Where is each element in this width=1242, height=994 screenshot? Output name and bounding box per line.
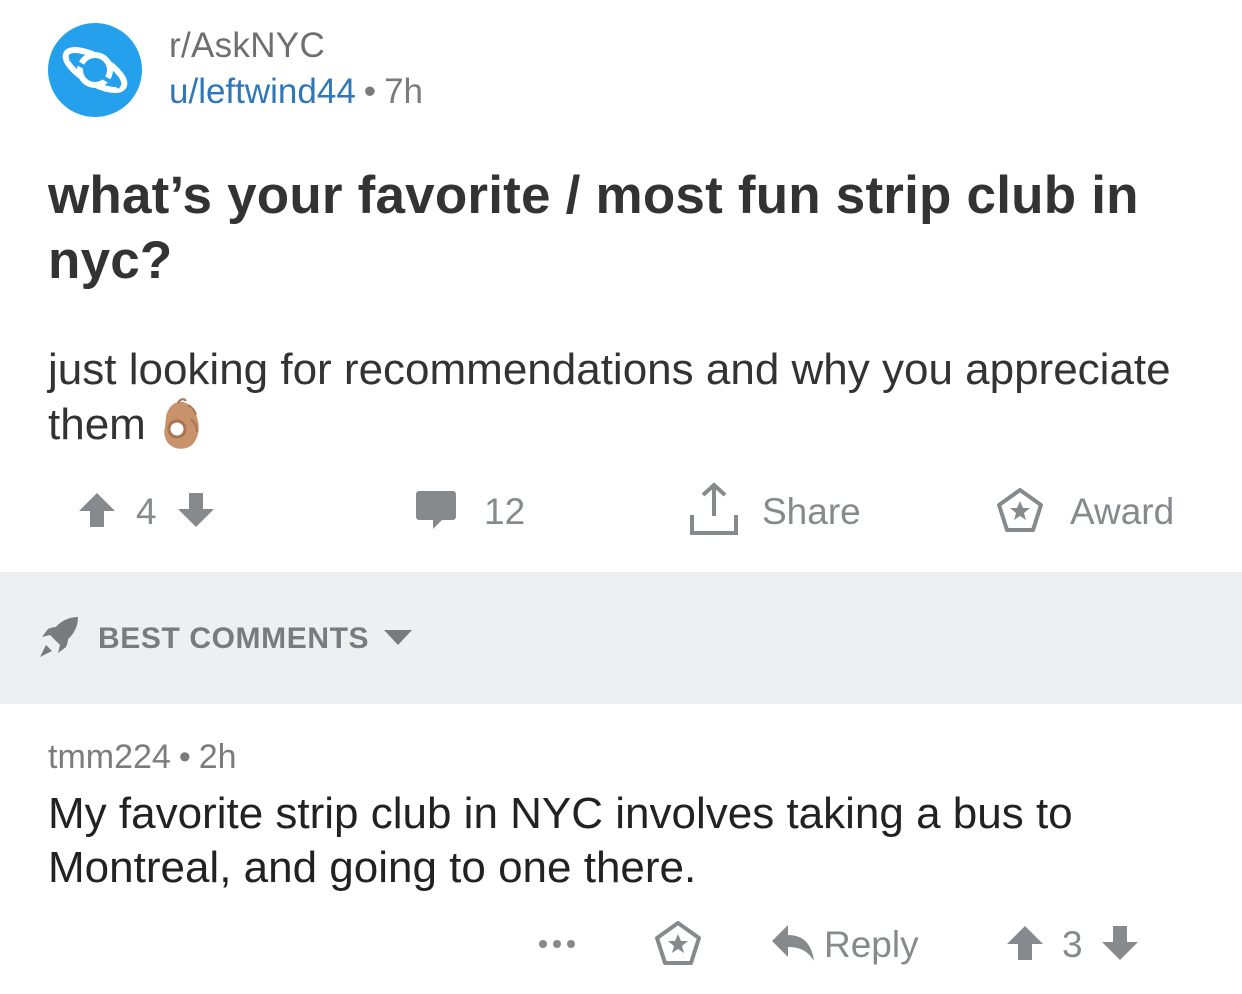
reply-label: Reply [824, 924, 919, 965]
post-header: r/AskNYC u/leftwind44 • 7h [48, 23, 423, 121]
comment-action-bar: Reply 3 [0, 915, 1242, 975]
post-meta: r/AskNYC u/leftwind44 • 7h [169, 23, 423, 113]
post-body: just looking for recommendations and why… [48, 343, 1188, 464]
comment-text: My favorite strip club in NYC involves t… [48, 789, 1073, 892]
comment-author[interactable]: tmm224 [48, 738, 171, 776]
award-button[interactable]: Award [996, 482, 1174, 542]
post-age: 7h [384, 72, 423, 111]
comments-sort-bar: BEST COMMENTS [0, 572, 1242, 704]
share-label: Share [762, 491, 861, 532]
comment-award-star-icon [654, 920, 702, 971]
planet-icon [62, 47, 128, 93]
post-vote-controls: 4 [76, 482, 217, 542]
subreddit-name[interactable]: r/AskNYC [169, 25, 423, 67]
share-icon [688, 481, 740, 543]
meta-separator: • [363, 72, 377, 111]
post-byline: u/leftwind44 • 7h [169, 71, 423, 113]
more-options-button[interactable] [538, 915, 576, 975]
downvote-arrow-icon[interactable] [175, 489, 217, 536]
subreddit-avatar[interactable] [48, 23, 142, 117]
post-action-bar: 4 12 Share Award [0, 481, 1242, 543]
comment-count: 12 [484, 491, 526, 532]
sort-label: BEST COMMENTS [98, 622, 370, 655]
comment-meta: tmm224 • 2h [48, 736, 1208, 778]
comment-bubble-icon [414, 489, 458, 536]
rocket-icon [38, 615, 80, 664]
comment-downvote-arrow-icon[interactable] [1099, 922, 1141, 969]
more-dots-icon [538, 936, 576, 954]
comment: tmm224 • 2h My favorite strip club in NYC … [48, 736, 1208, 895]
dropdown-caret-icon [383, 627, 413, 652]
post-title[interactable]: what’s your favorite / most fun strip cl… [48, 163, 1208, 293]
ok-hand-emoji-icon [158, 397, 204, 464]
post-body-text: just looking for recommendations and why… [48, 345, 1171, 449]
comment-age: 2h [198, 738, 237, 776]
comment-award-button[interactable] [654, 915, 702, 975]
award-star-icon [996, 487, 1044, 538]
post-author[interactable]: u/leftwind44 [169, 72, 356, 111]
reply-button[interactable]: Reply [770, 915, 919, 975]
comment-sort-dropdown[interactable]: BEST COMMENTS [38, 616, 413, 662]
reply-arrow-icon [770, 923, 816, 968]
share-button[interactable]: Share [688, 481, 861, 543]
post-score: 4 [136, 491, 157, 532]
award-label: Award [1070, 491, 1175, 532]
comment-score: 3 [1062, 924, 1083, 965]
upvote-arrow-icon[interactable] [76, 489, 118, 536]
comment-vote-controls: 3 [1004, 915, 1141, 975]
comments-button[interactable]: 12 [414, 482, 525, 542]
comment-meta-separator: • [178, 738, 191, 776]
comment-upvote-arrow-icon[interactable] [1004, 922, 1046, 969]
